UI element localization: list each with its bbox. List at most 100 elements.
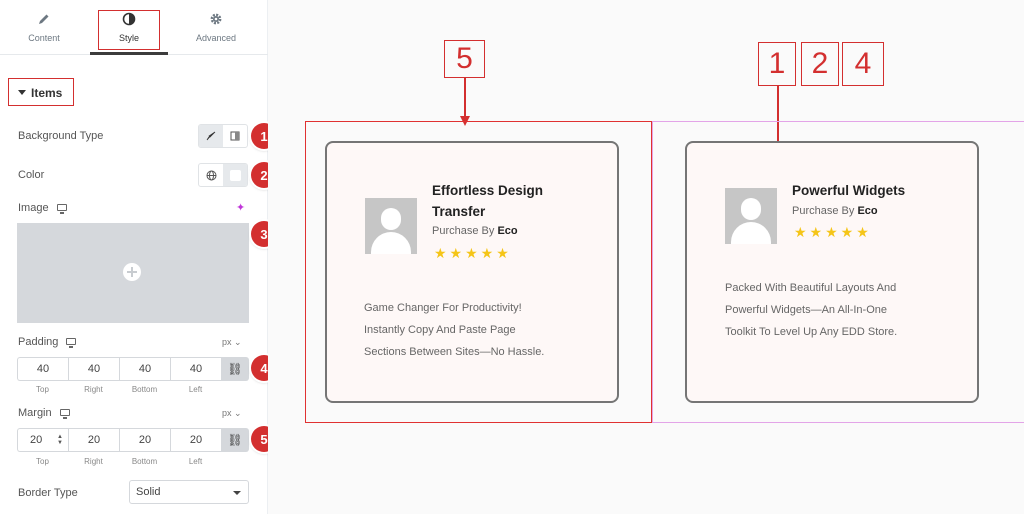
author-name: Eco [497,225,518,237]
dim-label-right: Right [84,385,103,394]
author-name: Eco [857,205,878,217]
link-icon: ⛓ [227,433,243,447]
callout-5: 5 [444,40,485,78]
card-description: Packed With Beautiful Layouts And Powerf… [725,277,897,343]
margin-unit-select[interactable]: px ⌄ [222,408,242,419]
margin-top-value: 20 [30,434,43,446]
dim-label-right: Right [84,457,103,466]
padding-inputs: 40 40 40 40 ⛓ [17,357,249,381]
desc-line: Sections Between Sites—No Hassle. [364,346,545,358]
guide-line-bottom [652,422,1024,423]
stepper-icon[interactable]: ▲ ▼ [57,434,63,446]
callout-4: 4 [842,42,884,86]
dim-label-bottom: Bottom [131,385,158,394]
padding-bottom-input[interactable]: 40 [119,357,170,381]
chevron-down-icon [233,491,241,495]
image-label-row: Image [18,202,67,214]
padding-unit: px [222,337,232,347]
ai-sparkle-icon[interactable]: ✦ [236,201,245,214]
purchase-label: Purchase By [792,205,855,217]
card-title: Powerful Widgets [792,183,906,198]
margin-label-row: Margin [18,407,70,419]
dim-label-top: Top [36,385,49,394]
margin-label: Margin [18,407,52,419]
monitor-icon [66,338,77,348]
guide-line-top [652,121,1024,122]
margin-top-input[interactable]: 20 ▲ ▼ [17,428,68,452]
style-tab-highlight [98,10,160,50]
active-tab-indicator [90,52,168,55]
gradient-icon [230,131,240,141]
card-title: Effortless Design Transfer [432,180,543,222]
border-type-select[interactable]: Solid [129,480,249,504]
background-gradient-button[interactable] [223,125,247,147]
padding-top-input[interactable]: 40 [17,357,68,381]
border-type-label: Border Type [18,487,78,499]
link-values-button[interactable]: ⛓ [221,357,249,381]
dim-label-left: Left [188,385,203,394]
padding-label: Padding [18,336,59,348]
color-label: Color [18,169,45,181]
globe-icon [206,170,216,180]
background-classic-button[interactable] [199,125,223,147]
border-type-value: Solid [136,486,161,498]
gear-icon [210,13,222,25]
dim-label-top: Top [36,457,49,466]
margin-dim-labels: Top Right Bottom Left [17,457,249,466]
color-swatch [229,169,241,181]
arrow-line [464,78,466,116]
margin-right-input[interactable]: 20 [68,428,119,452]
monitor-icon [56,204,67,214]
link-icon: ⛓ [227,362,243,376]
desc-line: Powerful Widgets—An All-In-One [725,304,888,316]
tab-advanced-label: Advanced [195,33,237,43]
panel-tabs: Content Style Advanced [0,0,268,55]
margin-bottom-input[interactable]: 20 [119,428,170,452]
callout-2: 2 [801,42,839,86]
desc-line: Game Changer For Productivity! [364,302,522,314]
margin-unit: px [222,408,232,418]
caret-down-icon [18,90,26,95]
padding-label-row: Padding [18,336,77,348]
padding-dim-labels: Top Right Bottom Left [17,385,249,394]
dim-label-bottom: Bottom [131,457,158,466]
desc-line: Toolkit To Level Up Any EDD Store. [725,326,898,338]
card-title-line2: Transfer [432,204,486,219]
margin-left-input[interactable]: 20 [170,428,221,452]
card-description: Game Changer For Productivity! Instantly… [364,297,544,363]
tab-advanced[interactable]: Advanced [172,0,260,55]
section-toggle-items[interactable]: Items [18,86,62,100]
brush-icon [206,131,216,141]
add-image-icon[interactable] [123,263,141,281]
dim-label-left: Left [188,457,203,466]
background-type-group [198,124,248,148]
settings-panel: Content Style Advanced Items Background … [0,0,277,514]
avatar [365,198,417,254]
card-title-line1: Effortless Design [432,183,544,198]
desc-line: Instantly Copy And Paste Page [364,324,516,336]
purchase-label: Purchase By [432,225,495,237]
avatar [725,188,777,244]
pencil-icon [39,14,49,24]
star-rating: ★★★★★ [794,224,872,240]
global-colors-button[interactable] [199,164,223,186]
guide-line-divider [652,121,653,423]
color-control [198,163,248,187]
desc-line: Packed With Beautiful Layouts And [725,282,897,294]
margin-inputs: 20 ▲ ▼ 20 20 20 ⛓ [17,428,249,452]
card-purchase: Purchase By Eco [792,205,878,217]
padding-unit-select[interactable]: px ⌄ [222,337,242,348]
image-label: Image [18,202,49,214]
section-title: Items [31,86,63,100]
background-type-label: Background Type [18,130,104,142]
tab-content[interactable]: Content [0,0,88,55]
tab-content-label: Content [28,33,60,43]
link-values-button[interactable]: ⛓ [221,428,249,452]
padding-right-input[interactable]: 40 [68,357,119,381]
monitor-icon [59,409,70,419]
star-rating: ★★★★★ [434,245,512,261]
padding-left-input[interactable]: 40 [170,357,221,381]
card-purchase: Purchase By Eco [432,225,518,237]
callout-1: 1 [758,42,796,86]
color-picker-button[interactable] [223,164,247,186]
